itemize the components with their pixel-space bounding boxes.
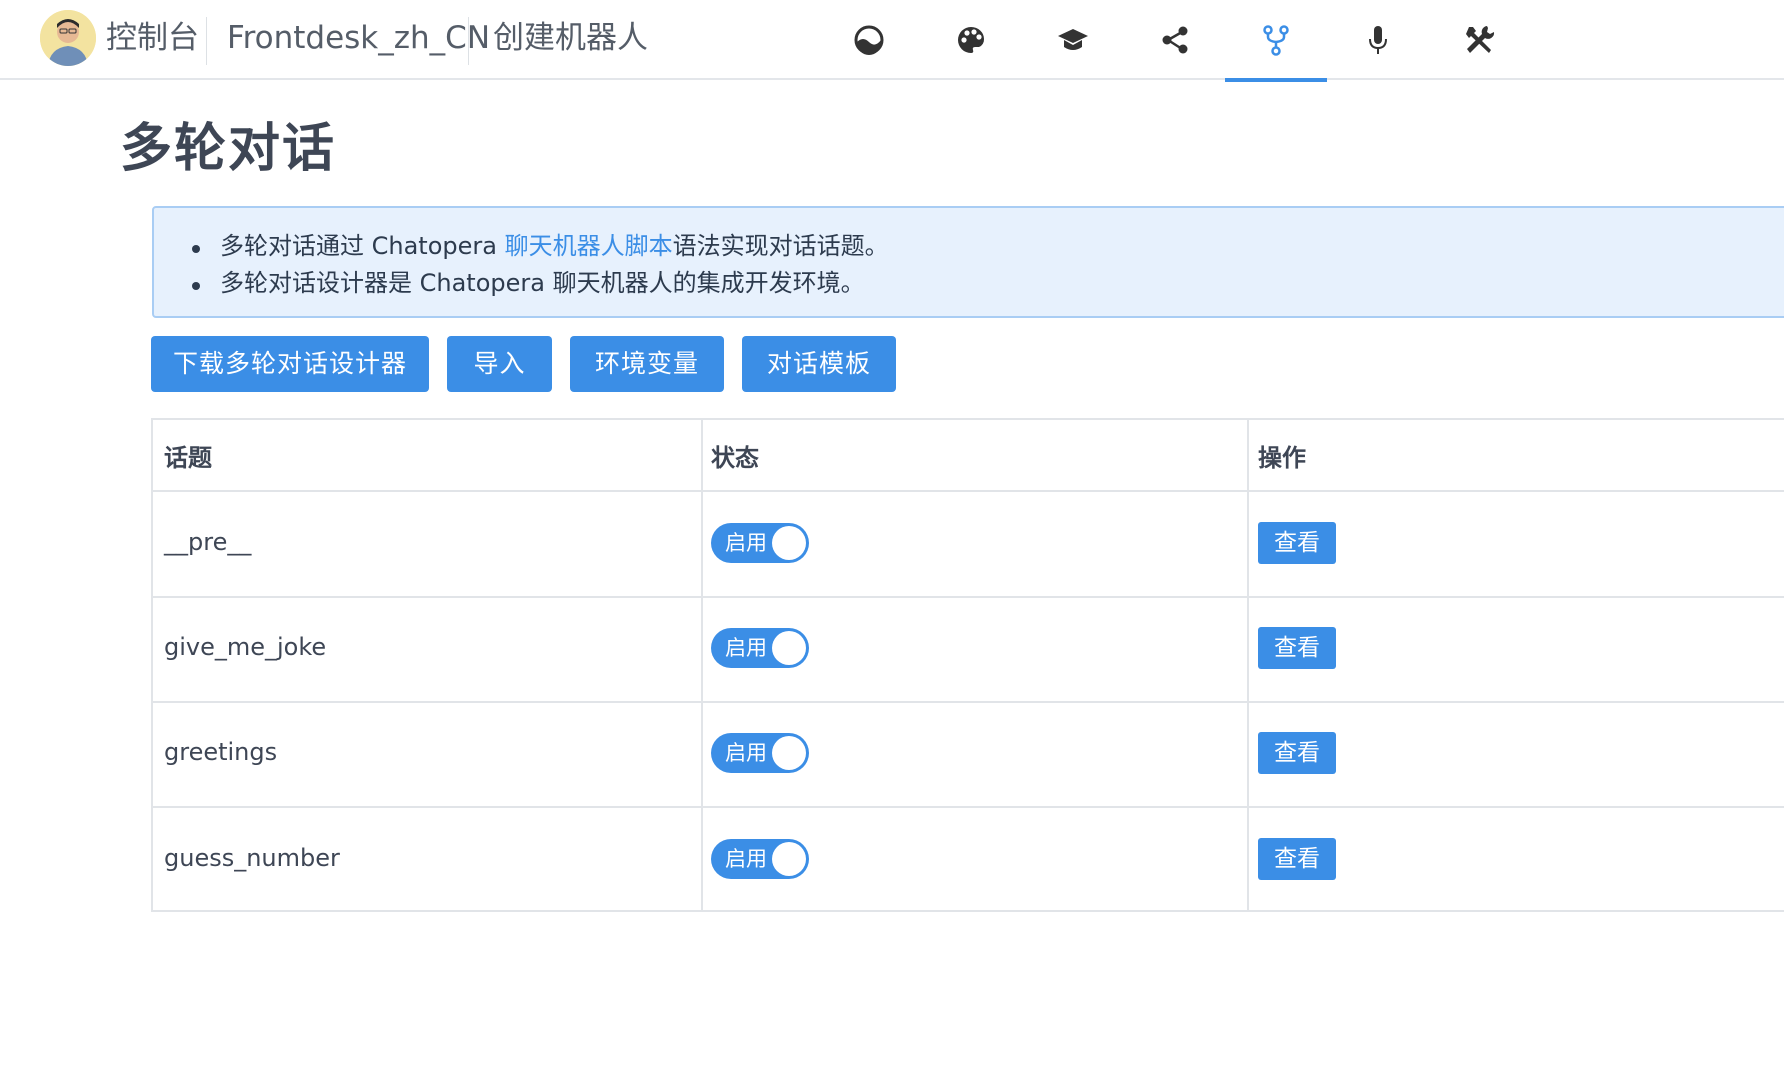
- view-button[interactable]: 查看: [1258, 838, 1336, 880]
- view-button[interactable]: 查看: [1258, 627, 1336, 669]
- notice-text: 语法实现对话话题。: [672, 232, 889, 260]
- table-row: guess_number 启用 查看: [153, 808, 1784, 912]
- palette-icon: [958, 27, 985, 53]
- status-toggle[interactable]: 启用: [711, 523, 809, 563]
- tools-icon: [1466, 26, 1495, 53]
- script-docs-link[interactable]: 聊天机器人脚本: [505, 232, 673, 260]
- avatar[interactable]: [40, 10, 96, 66]
- topic-name: __pre__: [164, 528, 252, 556]
- breadcrumb-console[interactable]: 控制台: [106, 18, 199, 58]
- toggle-label: 启用: [725, 741, 767, 765]
- topic-name: give_me_joke: [164, 633, 327, 661]
- notice-text: 多轮对话设计器是 Chatopera 聊天机器人的集成开发环境。: [220, 269, 865, 297]
- table-row: give_me_joke 启用 查看: [153, 598, 1784, 703]
- nav-training[interactable]: [1022, 0, 1124, 80]
- nav-conversation-flow[interactable]: [1225, 0, 1327, 82]
- column-header-action: 操作: [1258, 444, 1306, 472]
- view-button[interactable]: 查看: [1258, 522, 1336, 564]
- page-title: 多轮对话: [120, 119, 337, 179]
- nav-voice[interactable]: [1327, 0, 1429, 80]
- flow-fork-icon: [1263, 25, 1289, 56]
- view-button[interactable]: 查看: [1258, 732, 1336, 774]
- env-vars-button[interactable]: 环境变量: [570, 336, 724, 392]
- nav-settings[interactable]: [1429, 0, 1531, 80]
- toggle-knob: [772, 631, 806, 665]
- info-notice: 多轮对话通过 Chatopera 聊天机器人脚本语法实现对话话题。 多轮对话设计…: [152, 206, 1784, 318]
- toggle-knob: [772, 736, 806, 770]
- notice-text: 多轮对话通过 Chatopera: [220, 232, 505, 260]
- nav-palette[interactable]: [920, 0, 1022, 80]
- status-toggle[interactable]: 启用: [711, 628, 809, 668]
- table-row: __pre__ 启用 查看: [153, 492, 1784, 598]
- toggle-knob: [772, 526, 806, 560]
- notice-item: 多轮对话设计器是 Chatopera 聊天机器人的集成开发环境。: [188, 265, 889, 302]
- column-header-topic: 话题: [164, 444, 212, 472]
- nav-share[interactable]: [1124, 0, 1226, 80]
- dashboard-icon: [854, 25, 884, 55]
- microphone-icon: [1369, 26, 1387, 54]
- toggle-knob: [772, 842, 806, 876]
- topic-name: guess_number: [164, 844, 340, 872]
- templates-button[interactable]: 对话模板: [742, 336, 896, 392]
- toggle-label: 启用: [725, 636, 767, 660]
- breadcrumb-divider: [468, 17, 469, 65]
- status-toggle[interactable]: 启用: [711, 733, 809, 773]
- nav-dashboard[interactable]: [818, 0, 920, 80]
- toggle-label: 启用: [725, 531, 767, 555]
- table-row: greetings 启用 查看: [153, 703, 1784, 808]
- breadcrumb-bot-name[interactable]: Frontdesk_zh_CN: [227, 18, 490, 58]
- breadcrumb-divider: [206, 17, 207, 65]
- breadcrumb-create-bot[interactable]: 创建机器人: [493, 18, 648, 58]
- status-toggle[interactable]: 启用: [711, 839, 809, 879]
- table-header-row: 话题 状态 操作: [153, 420, 1784, 492]
- download-designer-button[interactable]: 下载多轮对话设计器: [151, 336, 429, 392]
- graduation-cap-icon: [1058, 29, 1088, 50]
- top-navbar: 控制台 Frontdesk_zh_CN 创建机器人: [0, 0, 1784, 82]
- toggle-label: 启用: [725, 847, 767, 871]
- topic-name: greetings: [164, 738, 278, 766]
- share-icon: [1162, 26, 1188, 54]
- notice-list: 多轮对话通过 Chatopera 聊天机器人脚本语法实现对话话题。 多轮对话设计…: [188, 228, 889, 302]
- import-button[interactable]: 导入: [447, 336, 552, 392]
- topics-table: 话题 状态 操作 __pre__ 启用 查看 give_me_joke 启用 查…: [151, 418, 1784, 912]
- notice-item: 多轮对话通过 Chatopera 聊天机器人脚本语法实现对话话题。: [188, 228, 889, 265]
- column-header-status: 状态: [711, 444, 759, 472]
